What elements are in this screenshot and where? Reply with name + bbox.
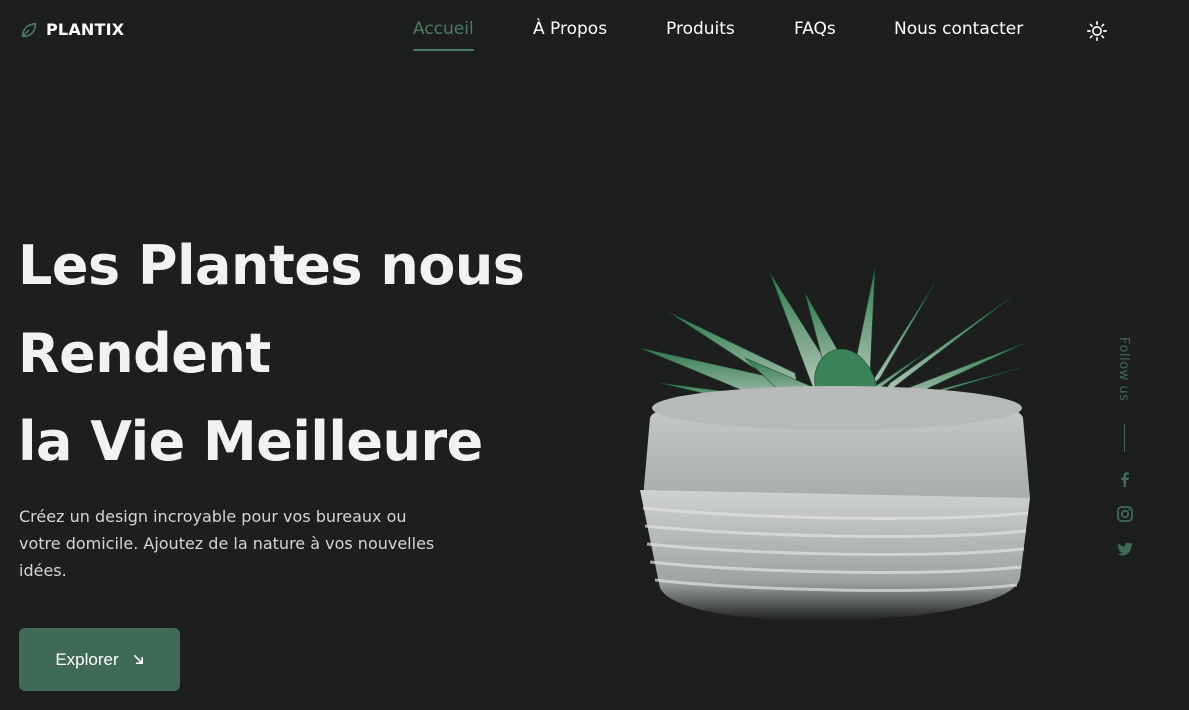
twitter-link[interactable]: [1116, 540, 1134, 558]
instagram-icon: [1117, 506, 1133, 522]
nav-faqs[interactable]: FAQs: [794, 19, 836, 39]
nav-a-propos[interactable]: À Propos: [533, 19, 607, 39]
facebook-icon: [1121, 472, 1129, 487]
divider: [1124, 424, 1125, 452]
hero-title: Les Plantes nous Rendent la Vie Meilleur…: [18, 222, 525, 486]
hero-description: Créez un design incroyable pour vos bure…: [19, 507, 435, 580]
arrow-down-right-icon: [133, 655, 143, 664]
theme-toggle[interactable]: [1086, 20, 1108, 42]
plant-pot-image: [639, 267, 1030, 621]
hero-title-line: la Vie Meilleure: [18, 410, 483, 473]
explore-label: Explorer: [55, 649, 119, 669]
explore-button[interactable]: Explorer: [19, 628, 180, 691]
nav-accueil[interactable]: Accueil: [413, 19, 474, 51]
sun-icon: [1087, 21, 1107, 41]
twitter-icon: [1117, 542, 1133, 556]
main-nav: Accueil À Propos Produits FAQs Nous cont…: [0, 19, 1189, 55]
nav-produits[interactable]: Produits: [666, 19, 735, 39]
hero-title-line: Rendent: [18, 322, 271, 385]
nav-contact[interactable]: Nous contacter: [894, 19, 1023, 39]
page: PLANTIX Accueil À Propos Produits FAQs N…: [0, 0, 1189, 710]
instagram-link[interactable]: [1116, 505, 1134, 523]
follow-us-label: Follow us: [1116, 337, 1131, 402]
facebook-link[interactable]: [1116, 470, 1134, 488]
hero-title-line: Les Plantes nous: [18, 234, 525, 297]
